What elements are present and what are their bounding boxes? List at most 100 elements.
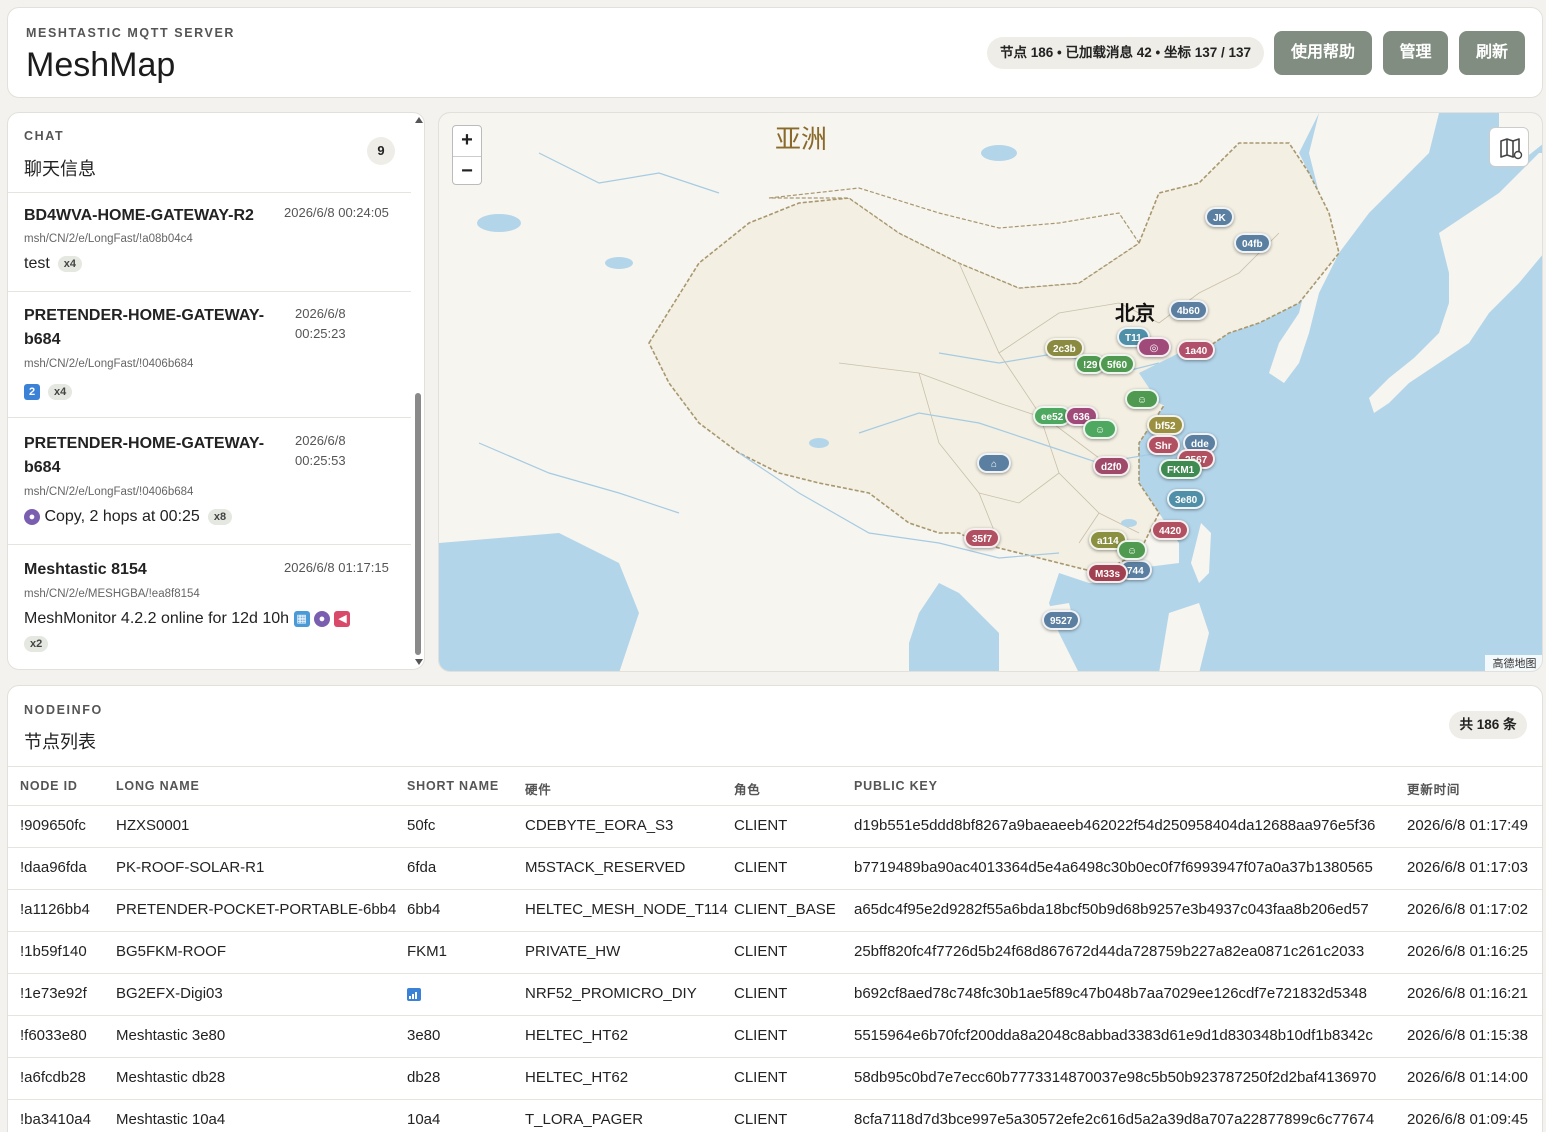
zoom-out-button[interactable]: − (453, 156, 481, 186)
chat-scrollbar[interactable] (413, 113, 423, 669)
chat-eyebrow: CHAT (24, 129, 65, 143)
node-pin-icon[interactable]: ☺ (1125, 389, 1159, 409)
cell-long-name: PRETENDER-POCKET-PORTABLE-6bb4 (116, 901, 397, 918)
message-text: test x4 (24, 255, 83, 273)
refresh-button[interactable]: 刷新 (1459, 31, 1525, 75)
node-pin-icon[interactable]: ⌂ (977, 453, 1011, 473)
node-pin[interactable]: FKM1 (1159, 459, 1203, 479)
nodeinfo-total-badge: 共 186 条 (1449, 711, 1527, 739)
cell-public-key: 25bff820fc4f7726d5b24f68d867672d44da7287… (854, 943, 1365, 960)
node-pin[interactable]: 2c3b (1045, 338, 1084, 358)
chat-message[interactable]: PRETENDER-HOME-GATEWAY-b684 2026/6/8 00:… (8, 291, 411, 417)
node-pin[interactable]: 4420 (1151, 520, 1190, 540)
cell-updated: 2026/6/8 01:17:02 (1407, 901, 1528, 918)
robot-icon: ● (313, 610, 330, 627)
col-short-name[interactable]: SHORT NAME (407, 779, 499, 793)
app-title: MeshMap (26, 46, 176, 84)
node-pin[interactable]: 1a40 (1177, 340, 1216, 360)
message-sender: Meshtastic 8154 (24, 561, 147, 578)
layer-toggle-button[interactable] (1489, 127, 1529, 167)
node-pin-icon[interactable]: ☺ (1083, 419, 1117, 439)
col-node-id[interactable]: NODE ID (20, 779, 78, 793)
chat-message[interactable]: BD4WVA-HOME-GATEWAY-R2 2026/6/8 00:24:05… (8, 192, 411, 291)
table-row[interactable]: !1b59f140 BG5FKM-ROOF FKM1 PRIVATE_HW CLIENT… (8, 932, 1542, 974)
table-row[interactable]: !daa96fda PK-ROOF-SOLAR-R1 6fda M5STACK_RES… (8, 848, 1542, 890)
cell-public-key: 58db95c0bd7e7ecc60b7773314870037e98c5b50… (854, 1069, 1377, 1086)
cell-short-name: db28 (407, 1069, 441, 1086)
cell-role: CLIENT (734, 985, 788, 1002)
table-row[interactable]: !f6033e80 Meshtastic 3e80 3e80 HELTEC_HT62 C… (8, 1016, 1542, 1058)
taiwan-land (1191, 523, 1211, 583)
message-topic: msh/CN/2/e/LongFast/!0406b684 (24, 358, 194, 370)
cell-long-name: Meshtastic db28 (116, 1069, 226, 1086)
cell-public-key: a65dc4f95e2d9282f55a6bda18bcf50b9d68b925… (854, 901, 1369, 918)
message-topic: msh/CN/2/e/LongFast/!a08b04c4 (24, 233, 193, 245)
cell-hardware: HELTEC_HT62 (525, 1069, 629, 1086)
node-pin[interactable]: 3e80 (1167, 489, 1206, 509)
node-pin[interactable]: M33s (1087, 563, 1129, 583)
message-sender: PRETENDER-HOME-GATEWAY-b684 (24, 435, 265, 476)
cell-long-name: BG5FKM-ROOF (116, 943, 227, 960)
node-pin[interactable]: bf52 (1147, 415, 1184, 435)
col-long-name[interactable]: LONG NAME (116, 779, 200, 793)
cell-updated: 2026/6/8 01:09:45 (1407, 1111, 1528, 1128)
col-role[interactable]: 角色 (734, 779, 761, 798)
node-pin[interactable]: d2f0 (1093, 456, 1130, 476)
zoom-in-button[interactable]: + (453, 126, 481, 156)
node-pin[interactable]: 04fb (1234, 233, 1271, 253)
cell-public-key: d19b551e5ddd8bf8267a9baeaeeb462022f54d25… (854, 817, 1376, 834)
cell-long-name: HZXS0001 (116, 817, 190, 834)
col-hardware[interactable]: 硬件 (525, 779, 552, 798)
message-topic: msh/CN/2/e/LongFast/!0406b684 (24, 486, 194, 498)
cell-hardware: HELTEC_MESH_NODE_T114 (525, 901, 728, 918)
signal-bars-icon (407, 985, 421, 1002)
table-row[interactable]: !a6fcdb28 Meshtastic db28 db28 HELTEC_HT62 C… (8, 1058, 1542, 1100)
node-pin[interactable]: 4b60 (1169, 300, 1208, 320)
message-text-content: test (24, 255, 50, 272)
zoom-control: + − (452, 125, 482, 185)
node-pin-icon[interactable]: ☺ (1117, 540, 1147, 560)
table-row[interactable]: !a1126bb4 PRETENDER-POCKET-PORTABLE-6bb4 6… (8, 890, 1542, 932)
keycap-two-icon: 2 (24, 383, 40, 400)
table-row[interactable]: !ba3410a4 Meshtastic 10a4 10a4 T_LORA_PAGER… (8, 1100, 1542, 1132)
cell-updated: 2026/6/8 01:17:03 (1407, 859, 1528, 876)
map-attribution[interactable]: 高德地图 (1485, 655, 1542, 671)
nodeinfo-title: 节点列表 (24, 732, 96, 752)
map-canvas[interactable] (439, 113, 1543, 672)
message-time: 2026/6/8 00:24:05 (284, 205, 389, 220)
cell-short-name: 6fda (407, 859, 437, 876)
scroll-thumb[interactable] (415, 393, 421, 655)
cell-role: CLIENT_BASE (734, 901, 836, 918)
node-pin[interactable]: 5f60 (1099, 354, 1136, 374)
message-time: 2026/6/8 00:25:53 (295, 433, 346, 468)
chat-message[interactable]: Meshtastic 8154 2026/6/8 01:17:15 msh/CN… (8, 544, 411, 669)
node-pin-icon[interactable]: ◎ (1137, 337, 1171, 357)
cell-short-name: FKM1 (407, 943, 448, 960)
admin-button[interactable]: 管理 (1383, 31, 1448, 75)
help-button[interactable]: 使用帮助 (1274, 31, 1372, 75)
map-layers-icon (1500, 138, 1523, 160)
node-pin[interactable]: JK (1205, 207, 1234, 227)
scroll-up-arrow-icon[interactable] (415, 117, 423, 123)
repeat-badge: x2 (24, 635, 49, 652)
node-pin[interactable]: 9527 (1042, 610, 1081, 630)
cell-hardware: T_LORA_PAGER (525, 1111, 644, 1128)
col-updated[interactable]: 更新时间 (1407, 779, 1460, 798)
map-panel[interactable]: + − 亚洲 北京 JK 04fb 4b60 T11 1a40 2c3b !29… (438, 112, 1543, 672)
cell-long-name: BG2EFX-Digi03 (116, 985, 223, 1002)
cell-hardware: M5STACK_RESERVED (525, 859, 686, 876)
scroll-down-arrow-icon[interactable] (415, 659, 423, 665)
col-public-key[interactable]: PUBLIC KEY (854, 779, 938, 793)
node-pin[interactable]: 35f7 (964, 528, 1001, 548)
cell-role: CLIENT (734, 943, 788, 960)
app-eyebrow: MESHTASTIC MQTT SERVER (26, 26, 236, 40)
table-row[interactable]: !909650fc HZXS0001 50fc CDEBYTE_EORA_S3 CLIE… (8, 806, 1542, 848)
node-pin[interactable]: Shr (1147, 435, 1180, 455)
cell-short-name: 3e80 (407, 1027, 441, 1044)
message-text: ● Copy, 2 hops at 00:25 x8 (24, 508, 233, 526)
chat-message[interactable]: PRETENDER-HOME-GATEWAY-b684 2026/6/8 00:… (8, 417, 411, 544)
nodeinfo-panel: NODEINFO 节点列表 共 186 条 NODE ID LONG NAME … (7, 685, 1543, 1132)
cell-updated: 2026/6/8 01:17:49 (1407, 817, 1528, 834)
table-row[interactable]: !1e73e92f BG2EFX-Digi03 NRF52_PROMICRO_DIY… (8, 974, 1542, 1016)
repeat-badge: x4 (48, 383, 73, 400)
